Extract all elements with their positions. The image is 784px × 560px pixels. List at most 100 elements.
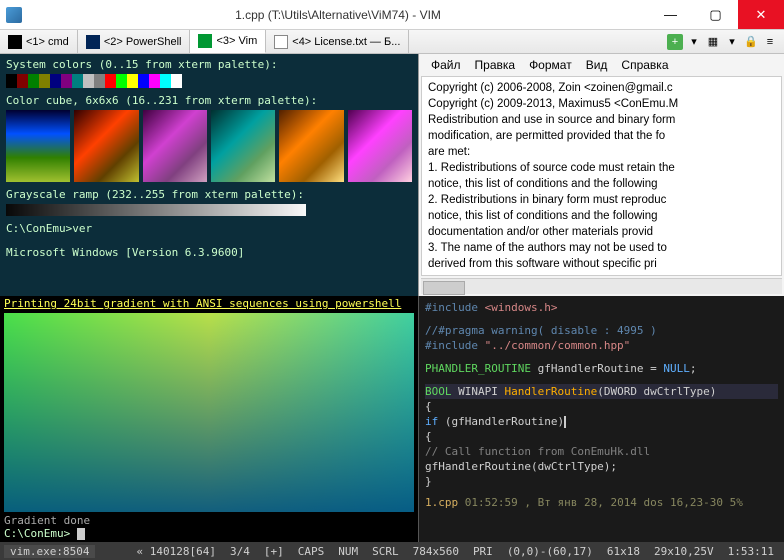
text-line: Redistribution and use in source and bin… (428, 113, 775, 128)
status-font: 29x10,25V (648, 545, 720, 558)
done-line: Gradient done (4, 514, 414, 527)
window-controls: — ▢ ✕ (648, 0, 784, 29)
tab-label: <3> Vim (216, 35, 257, 47)
text-line: documentation and/or other materials pro… (428, 225, 775, 240)
menu-bar: Файл Правка Формат Вид Справка (419, 54, 784, 76)
vim-statusline: 1.cpp 01:52:59 , Вт янв 28, 2014 dos 16,… (425, 495, 778, 510)
status-coords: (0,0)-(60,17) (501, 545, 599, 558)
code: HandlerRoutine (504, 385, 597, 398)
terminal-xterm-palette[interactable]: System colors (0..15 from xterm palette)… (0, 54, 418, 296)
code: "../common/common.hpp" (485, 339, 631, 352)
code: BOOL (425, 385, 452, 398)
code: ; (690, 362, 697, 375)
code: gfHandlerRoutine(dwCtrlType); (425, 459, 778, 474)
menu-icon[interactable]: ≡ (762, 34, 778, 50)
status-bar: vim.exe:8504 « 140128[64] 3/4 [+] CAPS N… (0, 542, 784, 560)
tab-cmd[interactable]: <1> cmd (0, 30, 78, 53)
tab-bar: <1> cmd <2> PowerShell <3> Vim <4> Licen… (0, 30, 784, 54)
vim-editor[interactable]: #include <windows.h> //#pragma warning( … (418, 296, 784, 542)
code: (DWORD dwCtrlType) (597, 385, 716, 398)
code: #include (425, 301, 485, 314)
cursor (564, 416, 566, 428)
gradient-title: Printing 24bit gradient with ANSI sequen… (0, 296, 418, 311)
terminal-gradient[interactable]: Printing 24bit gradient with ANSI sequen… (0, 296, 418, 542)
text-line: System colors (0..15 from xterm palette)… (6, 58, 412, 72)
ansi-gradient (4, 313, 414, 512)
tab-label: <1> cmd (26, 36, 69, 48)
text-line: notice, this list of conditions and the … (428, 209, 775, 224)
text-line: 2. Redistributions in binary form must r… (428, 193, 775, 208)
window-title: 1.cpp (T:\Utils\Alternative\ViM74) - VIM (28, 8, 648, 22)
new-tab-button[interactable]: + (667, 34, 683, 50)
prompt-line: C:\ConEmu>ver (6, 222, 412, 236)
text-line: 1. Redistributions of source code must r… (428, 161, 775, 176)
status-num: NUM (332, 545, 364, 558)
status-process[interactable]: vim.exe:8504 (4, 545, 95, 558)
horizontal-scrollbar[interactable] (421, 278, 782, 294)
minimize-button[interactable]: — (648, 0, 693, 29)
code: <windows.h> (485, 301, 558, 314)
color-cube (6, 110, 412, 182)
tab-label: <2> PowerShell (104, 36, 182, 48)
status-size: 784x560 (407, 545, 465, 558)
status-cells: 61x18 (601, 545, 646, 558)
license-text[interactable]: Copyright (c) 2006-2008, Zoin <zoinen@gm… (421, 76, 782, 276)
status-info: 01:52:59 , Вт янв 28, 2014 dos 16,23-30 … (458, 496, 743, 509)
text-line: Copyright (c) 2006-2008, Zoin <zoinen@gm… (428, 81, 775, 96)
app-icon (6, 7, 22, 23)
dropdown-icon[interactable]: ▾ (686, 34, 702, 50)
tab-tools: + ▾ ▦ ▾ 🔒 ≡ (667, 30, 784, 53)
lock-icon[interactable]: 🔒 (743, 34, 759, 50)
main-area: System colors (0..15 from xterm palette)… (0, 54, 784, 542)
code: // Call function from ConEmuHk.dll (425, 444, 778, 459)
code: } (425, 474, 778, 489)
vim-icon (198, 34, 212, 48)
code: WINAPI (452, 385, 505, 398)
status-scrl: SCRL (366, 545, 405, 558)
grid-icon[interactable]: ▦ (705, 34, 721, 50)
code: { (425, 429, 778, 444)
status-flag[interactable]: [+] (258, 545, 290, 558)
code: PHANDLER_ROUTINE (425, 362, 531, 375)
text-line: 3. The name of the authors may not be us… (428, 241, 775, 256)
menu-format[interactable]: Формат (523, 56, 578, 74)
cmd-icon (8, 35, 22, 49)
status-caps: CAPS (292, 545, 331, 558)
prompt: C:\ConEmu> (4, 527, 77, 540)
code: gfHandlerRoutine = (531, 362, 663, 375)
maximize-button[interactable]: ▢ (693, 0, 738, 29)
version-line: Microsoft Windows [Version 6.3.9600] (6, 246, 412, 260)
text-line: modification, are permitted provided tha… (428, 129, 775, 144)
close-button[interactable]: ✕ (738, 0, 784, 29)
text-line: derived from this software without speci… (428, 257, 775, 272)
titlebar: 1.cpp (T:\Utils\Alternative\ViM74) - VIM… (0, 0, 784, 30)
system-colors-swatch (6, 74, 412, 88)
code: //#pragma warning( disable : 4995 ) (425, 323, 778, 338)
menu-help[interactable]: Справка (615, 56, 674, 74)
gradient-footer: Gradient done C:\ConEmu> (0, 514, 418, 542)
tab-license[interactable]: <4> License.txt — Б... (266, 30, 409, 53)
status-clock: 1:53:11 (722, 545, 780, 558)
tab-powershell[interactable]: <2> PowerShell (78, 30, 191, 53)
status-pane[interactable]: 3/4 (224, 545, 256, 558)
text-line: notice, this list of conditions and the … (428, 177, 775, 192)
grayscale-ramp (6, 204, 306, 216)
text-line: Copyright (c) 2009-2013, Maximus5 <ConEm… (428, 97, 775, 112)
menu-view[interactable]: Вид (580, 56, 614, 74)
menu-file[interactable]: Файл (425, 56, 467, 74)
notepad-panel: Файл Правка Формат Вид Справка Copyright… (418, 54, 784, 296)
code: if (425, 415, 438, 428)
status-pri: PRI (467, 545, 499, 558)
tab-label: <4> License.txt — Б... (292, 36, 400, 48)
text-line: are met: (428, 145, 775, 160)
code: { (425, 399, 778, 414)
status-build[interactable]: « 140128[64] (130, 545, 221, 558)
code: NULL (663, 362, 690, 375)
menu-edit[interactable]: Правка (469, 56, 522, 74)
code: #include (425, 339, 485, 352)
tab-vim[interactable]: <3> Vim (190, 30, 266, 53)
tool-dropdown-icon[interactable]: ▾ (724, 34, 740, 50)
document-icon (274, 35, 288, 49)
code: (gfHandlerRoutine) (438, 415, 564, 428)
powershell-icon (86, 35, 100, 49)
